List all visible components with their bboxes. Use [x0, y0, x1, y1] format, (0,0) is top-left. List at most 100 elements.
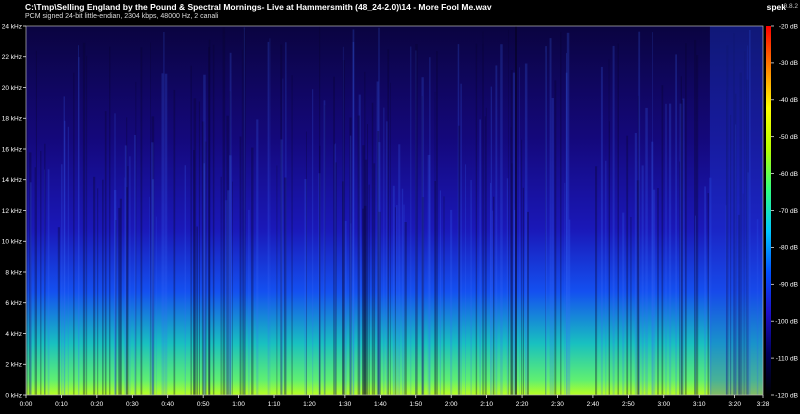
spectrogram-column [545, 46, 547, 395]
spectrogram-column [554, 80, 557, 396]
spectrogram-column [549, 38, 552, 395]
colorbar-tick-label: -110 dB [776, 355, 798, 362]
spectrogram-column [280, 139, 283, 395]
spectrogram-column [150, 42, 151, 395]
spectrogram-column [612, 45, 615, 396]
colorbar-tick-label: -80 dB [779, 245, 798, 252]
spectrogram-column [208, 47, 211, 395]
spectrogram-column [276, 165, 278, 395]
spectrogram-column [109, 46, 111, 395]
spectrogram-column [29, 182, 32, 395]
spectrogram-column [126, 187, 128, 395]
spectrogram-column [490, 182, 492, 395]
spectrogram-column [661, 85, 664, 395]
spectrogram-column [492, 210, 494, 395]
spectrogram-column [696, 55, 699, 395]
spectrogram-column [184, 165, 186, 395]
spectrogram-column [256, 119, 259, 396]
spectrogram-column [521, 139, 523, 395]
spectrogram-column [342, 60, 345, 395]
spectrogram-column [342, 46, 344, 396]
spectrogram-column [161, 73, 164, 396]
spectrogram-column [352, 29, 355, 396]
spectrogram-column [306, 131, 307, 395]
spectrogram-column [40, 150, 42, 395]
spectrogram-column [634, 133, 637, 395]
spectrogram-column [641, 165, 644, 395]
colorbar-tick-label: -20 dB [779, 23, 798, 30]
spectrogram-column [78, 57, 80, 395]
x-tick-label: 1:40 [374, 401, 387, 408]
spectrogram-column [387, 49, 390, 396]
spectrogram-column [129, 156, 131, 395]
spectrogram-column [269, 38, 271, 396]
spectrogram-column [470, 180, 472, 395]
spectrogram-column [44, 143, 46, 395]
spectrogram-gap [515, 26, 517, 395]
spectrogram-column [434, 181, 436, 395]
spectrogram-column [390, 82, 391, 395]
spectrogram-column [251, 147, 254, 395]
x-tick-label: 0:00 [20, 401, 33, 408]
spectrogram-column [600, 66, 603, 396]
spectrogram-column [220, 176, 222, 395]
spectrogram-column [212, 44, 215, 396]
spectrogram-column [312, 89, 314, 395]
spectrogram-column [679, 161, 680, 395]
spectrogram-column [403, 204, 405, 395]
spectrogram-column [685, 43, 687, 396]
y-tick-label: 8 kHz [5, 269, 22, 276]
spectrogram-column [73, 72, 75, 395]
spectrogram-column [595, 166, 598, 395]
spectrogram-column [291, 75, 293, 395]
spectrogram-column [323, 100, 326, 396]
x-tick-label: 1:10 [268, 401, 281, 408]
spectrogram-column [222, 27, 226, 396]
x-tick-label: 1:20 [303, 401, 316, 408]
colorbar-tick-label: -100 dB [775, 319, 798, 326]
x-tick-label: 3:20 [728, 401, 741, 408]
y-tick-label: 12 kHz [2, 208, 22, 215]
colorbar-tick-label: -120 dB [775, 392, 798, 399]
y-tick-label: 16 kHz [2, 146, 22, 153]
spectrogram-column [173, 89, 176, 396]
spectrogram-chart: 0:00 0:10 0:20 0:30 0:40 0:50 1:00 1:10 1:20 1:30… [2, 23, 798, 408]
spectrogram-column [227, 190, 230, 395]
spectrogram-tail [709, 26, 763, 395]
spectrogram-column [284, 177, 287, 395]
spectrogram-column [519, 67, 520, 396]
spectrogram-column [163, 32, 165, 395]
spectrogram-column [617, 43, 619, 395]
y-tick-label: 24 kHz [2, 23, 22, 30]
spectrogram-column [475, 43, 478, 395]
spectrogram-column [404, 222, 407, 395]
spectrogram-column [114, 113, 116, 396]
spectrogram-column [482, 31, 484, 396]
y-tick-label: 22 kHz [2, 54, 22, 61]
spectrogram-column [421, 77, 424, 395]
spectrogram-column [248, 209, 250, 395]
spectrogram-column [61, 164, 63, 395]
y-tick-label: 6 kHz [5, 300, 22, 307]
x-tick-label: 3:00 [657, 401, 670, 408]
x-tick-label: 1:00 [232, 401, 245, 408]
spectrogram-column [645, 107, 648, 396]
spectrogram-column [485, 107, 487, 396]
x-tick-label: 1:50 [409, 401, 422, 408]
y-tick-label: 2 kHz [5, 362, 22, 369]
spectrogram-column [373, 163, 376, 395]
colorbar-tick-label: -50 dB [779, 134, 798, 141]
spectrogram-column [415, 44, 418, 395]
spectrogram-column [134, 135, 136, 395]
x-tick-label: 2:00 [445, 401, 458, 408]
spectrogram-column [508, 29, 509, 395]
spectrogram-column [203, 163, 206, 395]
spectrogram-column [357, 115, 360, 395]
spectrogram-column [652, 32, 653, 395]
spectrogram-column [334, 144, 336, 395]
spectrogram-column [350, 223, 352, 395]
spectrogram-column [47, 169, 50, 395]
spectrogram-column [362, 208, 364, 395]
spectrogram-column [102, 179, 104, 395]
y-tick-label: 14 kHz [2, 177, 22, 184]
